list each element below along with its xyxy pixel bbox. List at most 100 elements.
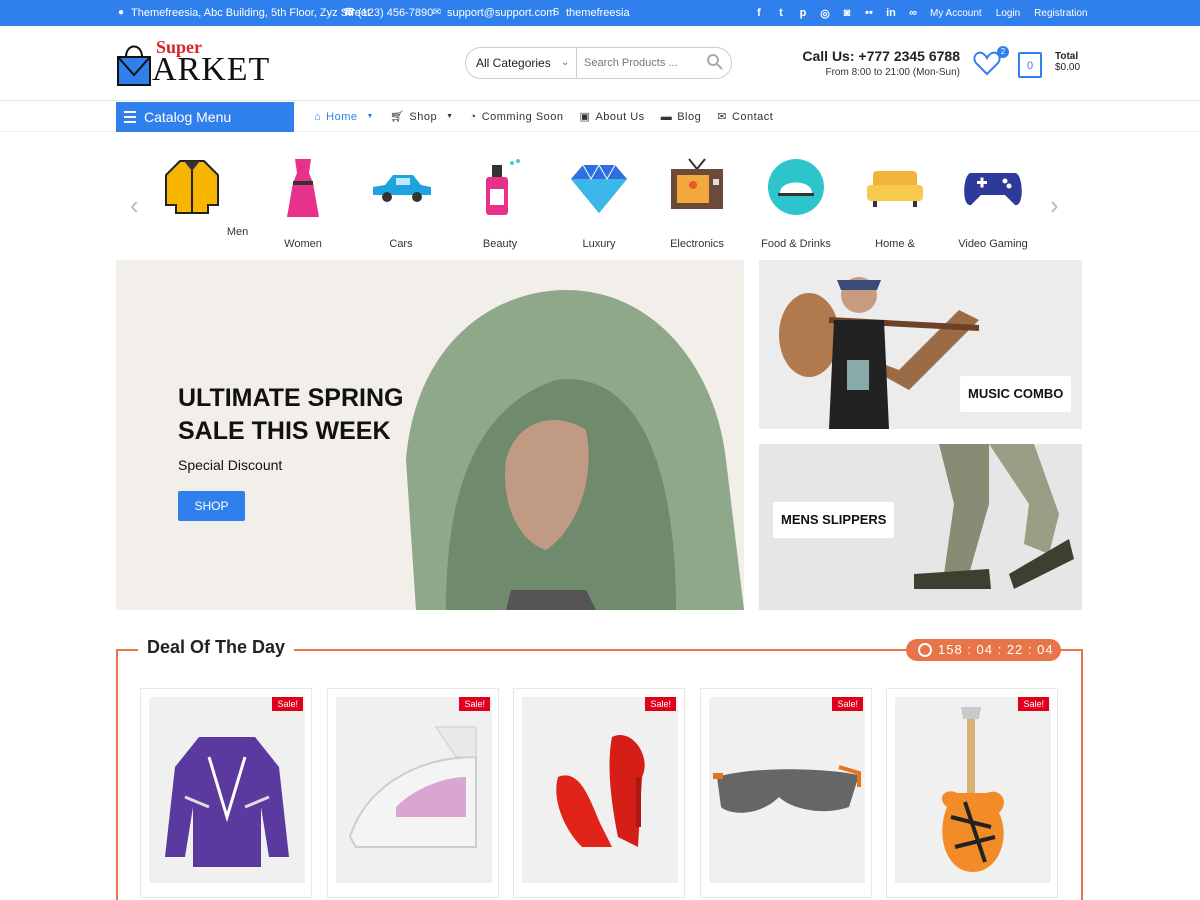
category-home[interactable]: Home & (850, 145, 940, 250)
category-men[interactable]: Men (159, 145, 249, 238)
comment-icon: ▬ (660, 110, 673, 123)
diamond-icon (571, 163, 627, 213)
red-heels-image (556, 735, 645, 847)
category-beauty[interactable]: Beauty (455, 145, 545, 250)
main-navigation: Catalog Menu ⌂ Home ▼ 🛒︎ Shop ▼ ◔ Commin… (0, 101, 1200, 132)
hero-title: ULTIMATE SPRING SALE THIS WEEK (178, 384, 404, 445)
product-image (895, 697, 1051, 883)
category-luxury[interactable]: Luxury (554, 145, 644, 250)
nav-item-contact[interactable]: ✉ Contact (717, 110, 773, 124)
twitter-icon[interactable]: t (770, 7, 792, 19)
link-icon[interactable]: ∞ (902, 7, 924, 19)
product-card-iron[interactable]: Sale! (327, 688, 499, 898)
location-icon: ● (117, 7, 125, 18)
hero-subtitle: Special Discount (178, 457, 283, 473)
search-input[interactable] (584, 53, 699, 73)
dress-icon (287, 159, 319, 217)
music-combo-banner[interactable]: MUSIC COMBO (759, 260, 1082, 429)
chevron-down-icon[interactable]: ⌄ (561, 48, 569, 78)
gamepad-icon (964, 173, 1022, 206)
phone-icon: ☎ (343, 7, 356, 18)
contact-info: Call Us: +777 2345 6788 From 8:00 to 21:… (790, 48, 960, 78)
envelope-icon: ✉ (717, 111, 727, 123)
mens-slippers-label: MENS SLIPPERS (773, 502, 895, 538)
top-bar: ● Themefreesia, Abc Building, 5th Floor,… (0, 0, 1200, 26)
flickr-icon[interactable]: •• (858, 7, 880, 19)
store-icon: ▣ (579, 111, 591, 123)
login-link[interactable]: Login (996, 8, 1020, 19)
divider (576, 48, 577, 78)
logo[interactable]: Super ARKET (116, 37, 276, 88)
call-number: Call Us: +777 2345 6788 (802, 48, 960, 64)
product-card-heels[interactable]: Sale! (513, 688, 685, 898)
nav-item-home[interactable]: ⌂ Home ▼ (314, 111, 374, 123)
category-video-gaming[interactable]: Video Gaming (948, 145, 1038, 250)
cart-total: Total $0.00 (1055, 51, 1080, 73)
dropdown-caret-icon: ▼ (446, 113, 454, 120)
sofa-icon (867, 171, 923, 207)
sale-badge: Sale! (1018, 697, 1049, 711)
phone[interactable]: ☎ (123) 456-7890 (343, 0, 433, 26)
deal-title: Deal Of The Day (138, 637, 295, 658)
instagram-icon[interactable]: ◙ (836, 7, 858, 19)
sale-badge: Sale! (645, 697, 676, 711)
category-food-drinks[interactable]: Food & Drinks (751, 145, 841, 250)
product-image (709, 697, 865, 883)
sale-badge: Sale! (272, 697, 303, 711)
category-cars[interactable]: Cars (356, 145, 446, 250)
search-icon[interactable] (706, 53, 724, 71)
opening-hours: From 8:00 to 21:00 (Mon-Sun) (825, 67, 960, 78)
logo-arket: ARKET (152, 51, 271, 88)
nav-item-shop[interactable]: 🛒︎ Shop ▼ (390, 110, 454, 124)
account-links: My Account Login Registration (930, 0, 1088, 26)
skype[interactable]: S themefreesia (551, 0, 630, 26)
category-select[interactable]: All Categories (476, 48, 551, 78)
category-carousel: ‹ › Men Women Cars Beauty Luxury Electro… (116, 145, 1084, 250)
registration-link[interactable]: Registration (1034, 8, 1087, 19)
jacket-icon (164, 160, 219, 214)
social-links: f t p ◎ ◙ •• in ∞ (748, 0, 924, 26)
nav-item-about[interactable]: ▣ About Us (579, 110, 645, 124)
email[interactable]: ✉ support@support.com (432, 0, 556, 26)
product-card-jacket[interactable]: Sale! (140, 688, 312, 898)
wishlist-count: 2 (997, 46, 1009, 58)
product-image (149, 697, 305, 883)
electric-guitar-image (941, 707, 1004, 872)
carousel-prev-icon[interactable]: ‹ (130, 190, 139, 221)
dashboard-icon: ◔ (469, 110, 477, 123)
wishlist-button[interactable]: 2 (973, 46, 1009, 78)
shop-button[interactable]: SHOP (178, 491, 245, 521)
product-card-glasses[interactable]: Sale! (700, 688, 872, 898)
hero-banner[interactable]: ULTIMATE SPRING SALE THIS WEEK Special D… (116, 260, 744, 610)
carousel-next-icon[interactable]: › (1050, 190, 1059, 221)
header: Super ARKET All Categories ⌄ Call Us: +7… (0, 26, 1200, 101)
facebook-icon[interactable]: f (748, 7, 770, 19)
sale-badge: Sale! (459, 697, 490, 711)
mens-slippers-banner[interactable]: MENS SLIPPERS (759, 444, 1082, 610)
dropdown-caret-icon: ▼ (366, 113, 374, 120)
safety-glasses-image (713, 765, 861, 813)
tv-icon (671, 158, 723, 209)
dribbble-icon[interactable]: ◎ (814, 7, 836, 20)
clock-icon (918, 643, 932, 657)
nav-item-blog[interactable]: ▬ Blog (661, 111, 702, 123)
catalog-menu-button[interactable]: Catalog Menu (116, 102, 294, 132)
menu: ⌂ Home ▼ 🛒︎ Shop ▼ ◔ Comming Soon ▣ Abou… (314, 101, 773, 132)
total-label: Total (1055, 51, 1079, 62)
pinterest-icon[interactable]: p (792, 7, 814, 19)
cart-button[interactable]: 0 (1018, 52, 1042, 78)
sale-badge: Sale! (832, 697, 863, 711)
total-value: $0.00 (1055, 62, 1081, 73)
category-women[interactable]: Women (258, 145, 348, 250)
nav-item-coming-soon[interactable]: ◔ Comming Soon (470, 111, 564, 123)
search-bar: All Categories ⌄ (465, 47, 732, 79)
linkedin-icon[interactable]: in (880, 7, 902, 19)
category-electronics[interactable]: Electronics (652, 145, 742, 250)
bag-logo-icon (117, 45, 151, 86)
iron-image (348, 726, 477, 848)
my-account-link[interactable]: My Account (930, 8, 982, 19)
music-combo-label: MUSIC COMBO (960, 376, 1072, 412)
product-card-guitar[interactable]: Sale! (886, 688, 1058, 898)
hamburger-icon (124, 111, 136, 123)
cloche-icon (768, 159, 824, 215)
